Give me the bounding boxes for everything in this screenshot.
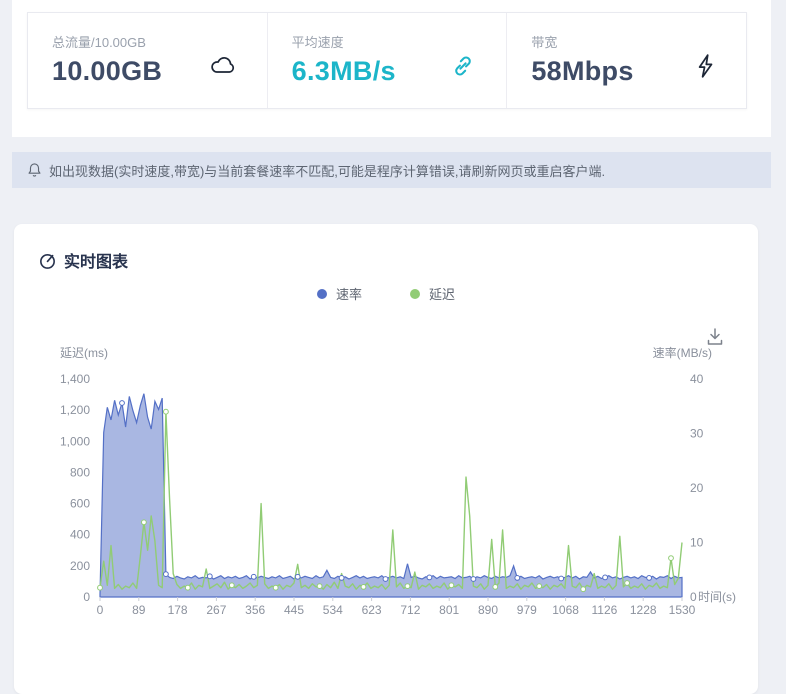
stat-card-avg-speed: 平均速度 6.3MB/s	[266, 13, 507, 108]
left-axis-tick: 1,400	[60, 372, 90, 386]
notice-text: 如出现数据(实时速度,带宽)与当前套餐速率不匹配,可能是程序计算错误,请刷新网页…	[49, 163, 606, 179]
x-axis-tick: 534	[323, 603, 343, 617]
right-axis-tick: 0	[690, 590, 697, 604]
series-latency-line	[99, 410, 683, 590]
x-axis-tick: 1126	[591, 603, 617, 617]
left-axis-tick: 200	[70, 559, 90, 573]
latency-marker	[272, 584, 279, 591]
realtime-chart-card: 实时图表 速率 延迟 延迟(ms) 速率(MB/s) 1,400 1,200 1,0…	[14, 224, 758, 694]
x-axis-tick: 267	[206, 603, 226, 617]
right-axis-tick: 20	[690, 481, 704, 495]
avg-speed-label: 平均速度	[291, 35, 344, 50]
bandwidth-label: 带宽	[531, 35, 558, 50]
latency-marker	[580, 586, 587, 593]
left-axis-tick: 800	[70, 465, 90, 479]
x-axis-tick: 178	[168, 603, 188, 617]
latency-marker	[316, 583, 323, 590]
latency-marker	[228, 582, 235, 589]
notice-banner: 如出现数据(实时速度,带宽)与当前套餐速率不匹配,可能是程序计算错误,请刷新网页…	[12, 152, 771, 188]
x-axis-tick: 1068	[552, 603, 579, 617]
latency-marker	[492, 584, 499, 590]
x-axis-tick: 623	[362, 603, 382, 617]
rate-marker	[382, 576, 389, 582]
latency-marker	[668, 555, 674, 562]
rate-marker	[250, 573, 257, 580]
rate-marker	[338, 575, 345, 581]
x-axis-name: 时间(s)	[698, 590, 736, 604]
stat-card-total-traffic: 总流量/10.00GB 10.00GB	[28, 13, 267, 108]
x-axis-tick: 356	[245, 603, 265, 617]
right-axis-tick: 40	[690, 372, 704, 386]
latency-marker	[536, 583, 543, 590]
left-axis-tick: 600	[70, 497, 90, 511]
stats-row: 总流量/10.00GB 10.00GB 平均速度 6.3MB/s 带宽 58Mb…	[27, 12, 747, 109]
rate-marker	[646, 575, 652, 581]
cloud-icon	[209, 53, 237, 82]
x-axis-tick: 1530	[669, 603, 696, 617]
rate-marker	[206, 573, 213, 580]
latency-marker	[97, 584, 103, 591]
x-axis-tick: 801	[439, 603, 459, 617]
chart-plot-area: 1,4001,2001,00080060040020004030201000 89…	[60, 372, 736, 617]
latency-marker	[404, 583, 411, 590]
bell-icon	[27, 162, 42, 178]
x-axis-tick: 712	[400, 603, 420, 617]
latency-marker	[624, 580, 630, 586]
x-axis-tick: 0	[97, 603, 104, 617]
x-axis-tick: 890	[478, 603, 498, 617]
latency-marker	[360, 584, 367, 590]
stat-card-bandwidth: 带宽 58Mbps	[506, 13, 746, 108]
left-axis-tick: 1,200	[60, 403, 90, 417]
x-axis-tick: 89	[132, 603, 146, 617]
latency-marker	[163, 408, 169, 415]
rate-marker	[514, 575, 521, 581]
rate-marker	[163, 571, 169, 578]
rate-marker	[470, 576, 477, 582]
left-axis-tick: 1,000	[60, 434, 90, 448]
latency-marker	[184, 584, 191, 591]
left-axis-tick: 0	[83, 590, 90, 604]
total-traffic-label: 总流量/10.00GB	[52, 35, 146, 50]
bolt-icon	[694, 53, 716, 84]
right-axis-tick: 10	[690, 536, 704, 550]
latency-marker	[140, 519, 147, 526]
rate-marker	[119, 400, 125, 406]
left-axis-tick: 400	[70, 528, 90, 542]
link-icon	[450, 53, 476, 84]
rate-marker	[426, 574, 433, 581]
x-axis-tick: 1228	[630, 603, 657, 617]
x-axis-tick: 979	[517, 603, 537, 617]
latency-marker	[448, 582, 455, 589]
rate-marker	[602, 574, 608, 581]
rate-marker	[294, 573, 301, 580]
rate-marker	[558, 575, 565, 582]
right-margin	[771, 0, 786, 659]
x-axis-tick: 445	[284, 603, 304, 617]
right-axis-tick: 30	[690, 427, 704, 441]
